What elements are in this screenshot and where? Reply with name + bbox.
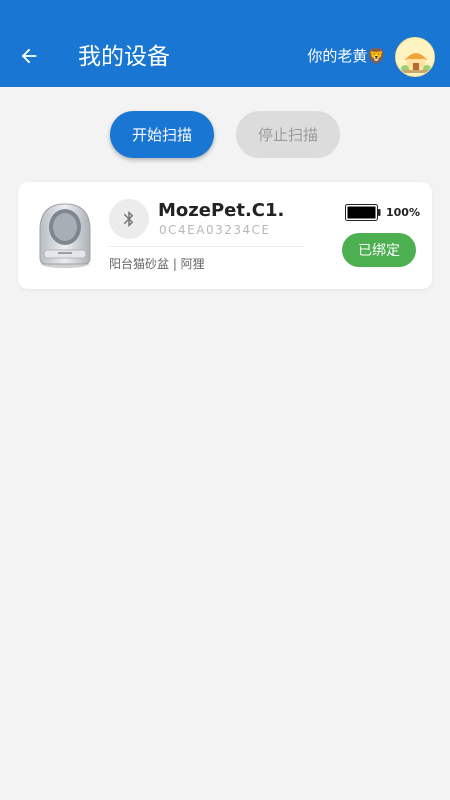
bluetooth-status — [109, 199, 149, 239]
litter-box-image — [36, 200, 94, 270]
start-scan-button[interactable]: 开始扫描 — [110, 111, 214, 158]
bluetooth-icon — [123, 211, 134, 227]
battery-icon — [345, 204, 381, 221]
page-title: 我的设备 — [78, 44, 170, 70]
bound-button[interactable]: 已绑定 — [342, 233, 416, 267]
back-button[interactable] — [14, 41, 44, 71]
device-mac: 0C4EA03234CE — [159, 223, 271, 237]
divider — [109, 246, 304, 247]
battery-percent: 100% — [386, 206, 420, 219]
arrow-left-icon — [21, 48, 37, 64]
user-name: 你的老黄🦁 — [307, 47, 386, 65]
battery-fill — [347, 206, 376, 219]
avatar[interactable] — [395, 37, 435, 77]
stop-scan-button[interactable]: 停止扫描 — [236, 111, 340, 158]
app-header: 我的设备 你的老黄🦁 — [0, 0, 450, 87]
device-card[interactable]: MozePet.C1. 0C4EA03234CE 阳台猫砂盆 | 阿狸 100%… — [18, 182, 432, 289]
device-name: MozePet.C1. — [158, 200, 285, 221]
avatar-image — [396, 38, 434, 76]
device-description: 阳台猫砂盆 | 阿狸 — [109, 257, 205, 271]
